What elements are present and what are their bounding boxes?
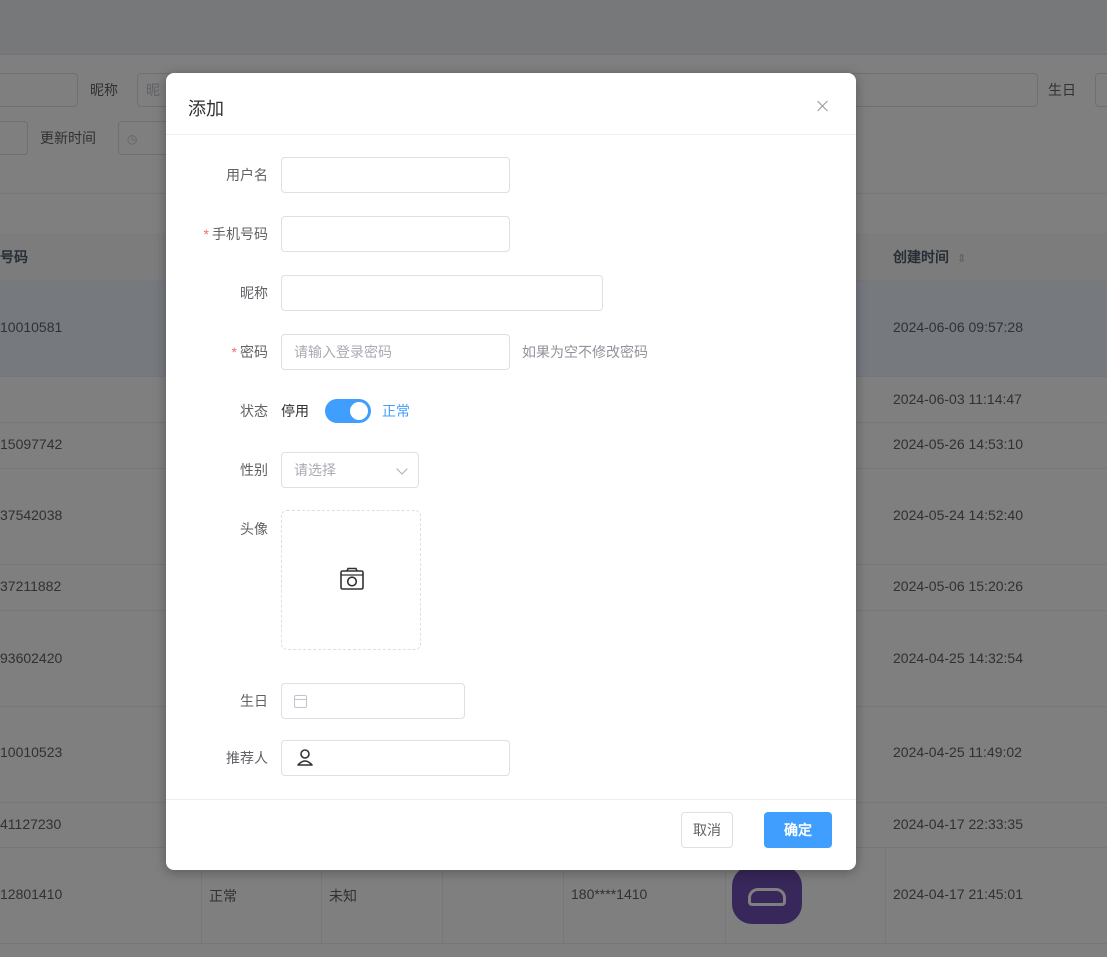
status-switch[interactable] xyxy=(325,399,371,423)
nickname-label: 昵称 xyxy=(240,285,268,301)
user-icon xyxy=(297,749,313,766)
phone-label: * 手机号码 xyxy=(204,216,268,252)
phone-label-text: 手机号码 xyxy=(212,226,268,242)
required-mark: * xyxy=(231,344,237,360)
cancel-button[interactable]: 取消 xyxy=(681,812,733,848)
dialog-title: 添加 xyxy=(188,99,224,119)
avatar-label: 头像 xyxy=(240,521,268,537)
username-label: 用户名 xyxy=(226,167,268,183)
password-label: * 密码 xyxy=(232,334,268,370)
gender-select[interactable]: 请选择 xyxy=(281,452,419,488)
status-off-text: 停用 xyxy=(281,403,309,419)
password-label-text: 密码 xyxy=(240,344,268,360)
calendar-icon xyxy=(294,695,307,708)
confirm-button[interactable]: 确定 xyxy=(764,812,832,848)
close-icon[interactable] xyxy=(814,97,832,115)
phone-input[interactable] xyxy=(281,216,510,252)
birthday-label: 生日 xyxy=(240,693,268,709)
required-mark: * xyxy=(203,226,209,242)
birthday-picker[interactable] xyxy=(281,683,465,719)
nickname-input[interactable] xyxy=(281,275,603,311)
referrer-input[interactable] xyxy=(281,740,510,776)
status-label: 状态 xyxy=(240,403,268,419)
gender-label: 性别 xyxy=(240,462,268,478)
add-user-dialog: 添加 用户名 * 手机号码 昵称 * 密码 请输入登录密码 如果为空不修改密码 状态… xyxy=(166,73,856,870)
chevron-down-icon xyxy=(396,463,408,475)
username-input[interactable] xyxy=(281,157,510,193)
avatar-upload[interactable] xyxy=(281,510,421,650)
switch-knob xyxy=(350,402,368,420)
dialog-header: 添加 xyxy=(166,73,856,135)
camera-icon xyxy=(340,567,364,590)
password-hint: 如果为空不修改密码 xyxy=(522,344,648,360)
gender-placeholder: 请选择 xyxy=(294,462,336,478)
dialog-footer: 取消 确定 xyxy=(166,799,856,870)
status-on-text: 正常 xyxy=(382,403,410,419)
password-input[interactable]: 请输入登录密码 xyxy=(281,334,510,370)
password-placeholder: 请输入登录密码 xyxy=(294,344,392,360)
referrer-label: 推荐人 xyxy=(226,750,268,766)
